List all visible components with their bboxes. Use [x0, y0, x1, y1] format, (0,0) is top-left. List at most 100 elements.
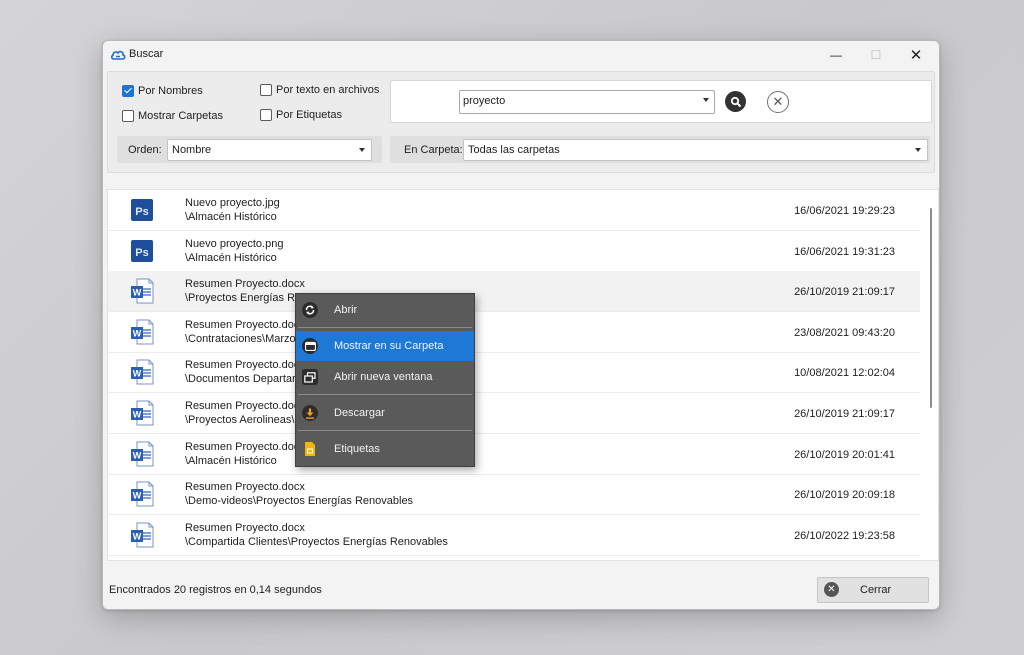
menu-item-mostrar-en-carpeta[interactable]: Mostrar en su Carpeta — [296, 331, 474, 361]
status-text: Encontrados 20 registros en 0,14 segundo… — [109, 584, 322, 596]
minimize-button[interactable]: — — [823, 45, 849, 65]
word-file-icon: W — [130, 481, 154, 507]
search-options-panel: Por Nombres Mostrar Carpetas Por texto e… — [107, 71, 935, 173]
checkbox-icon — [260, 84, 272, 96]
file-date: 26/10/2022 19:23:58 — [794, 529, 895, 542]
new-window-icon — [302, 369, 318, 385]
chevron-down-icon[interactable] — [703, 98, 709, 102]
search-icon — [730, 96, 741, 107]
por-nombres-checkbox[interactable]: Por Nombres — [122, 85, 203, 97]
svg-text:Ps: Ps — [135, 247, 148, 259]
result-row[interactable]: W Resumen Proyecto.docx \Demo-videos\Proye… — [108, 474, 920, 516]
file-date: 10/08/2021 12:02:04 — [794, 367, 895, 380]
file-path: \Documentos Departar — [185, 373, 296, 386]
download-icon — [302, 405, 318, 421]
por-etiquetas-checkbox[interactable]: Por Etiquetas — [260, 109, 342, 121]
menu-item-label: Descargar — [334, 407, 385, 419]
file-name: Resumen Proyecto.docx — [185, 359, 305, 372]
file-name: Resumen Proyecto.docx — [185, 481, 305, 494]
file-name: Resumen Proyecto.docx — [185, 521, 305, 534]
file-path: \Almacén Histórico — [185, 211, 277, 223]
file-name: Resumen Proyecto.docx — [185, 318, 305, 331]
order-value: Nombre — [172, 144, 212, 156]
file-name: Nuevo proyecto.png — [185, 237, 284, 250]
file-date: 16/06/2021 19:31:23 — [794, 245, 895, 258]
file-path: \Almacén Histórico — [185, 454, 277, 467]
file-path: \Contrataciones\Marzo — [185, 332, 296, 345]
close-icon: ✕ — [824, 582, 839, 597]
menu-item-label: Abrir — [334, 304, 358, 316]
results-list: Ps Nuevo proyecto.jpg \Almacén Histórico 16… — [107, 189, 939, 561]
order-label: Orden: — [128, 144, 162, 156]
result-row[interactable]: W Resumen Proyecto.docx \Almacén Histórico… — [108, 434, 920, 475]
svg-text:W: W — [133, 328, 142, 338]
order-select[interactable]: Nombre — [167, 139, 372, 161]
svg-text:W: W — [133, 369, 142, 379]
svg-text:Ps: Ps — [135, 206, 148, 218]
result-row[interactable]: W Resumen Proyecto.docx \Proyectos Energía… — [108, 271, 920, 313]
search-window: Buscar — ☐ ✕ Por Nombres Mostrar Carpeta… — [102, 40, 940, 610]
result-row[interactable]: W Resumen Proyecto.docx \Contrataciones\Ma… — [108, 312, 920, 353]
file-path: \Almacén Histórico — [185, 251, 277, 264]
svg-text:W: W — [133, 410, 142, 420]
word-file-icon: W — [130, 522, 154, 548]
folder-icon — [302, 338, 318, 354]
mostrar-carpetas-label: Mostrar Carpetas — [138, 110, 223, 122]
clear-search-button[interactable]: ✕ — [767, 91, 789, 113]
menu-item-abrir-nueva-ventana[interactable]: Abrir nueva ventana — [296, 362, 474, 392]
file-date: 26/10/2019 21:09:17 — [794, 286, 895, 299]
result-row[interactable]: Ps Nuevo proyecto.jpg \Almacén Histórico 16… — [108, 190, 920, 231]
refresh-icon — [302, 302, 318, 318]
mostrar-carpetas-checkbox[interactable]: Mostrar Carpetas — [122, 110, 223, 122]
result-row[interactable]: W Resumen Proyecto.docx \Proyectos Aerolin… — [108, 393, 920, 434]
file-date: 26/10/2019 20:01:41 — [794, 448, 895, 461]
checkbox-icon — [260, 109, 272, 121]
file-name: Nuevo proyecto.jpg — [185, 197, 280, 209]
clear-icon: ✕ — [772, 94, 784, 109]
result-row[interactable]: W Resumen Proyecto.docx \Compartida Client… — [108, 515, 920, 556]
svg-text:W: W — [133, 288, 142, 298]
word-file-icon: W — [130, 359, 154, 385]
menu-separator — [298, 430, 472, 431]
menu-separator — [298, 394, 472, 395]
folder-label: En Carpeta: — [404, 144, 463, 156]
word-file-icon: W — [130, 400, 154, 426]
svg-text:W: W — [133, 531, 142, 541]
search-area: proyecto ✕ — [390, 80, 932, 123]
word-file-icon: W — [130, 278, 154, 304]
word-file-icon: W — [130, 319, 154, 345]
checkbox-icon — [122, 110, 134, 122]
window-title: Buscar — [129, 48, 164, 60]
svg-text:W: W — [133, 450, 142, 460]
maximize-button[interactable]: ☐ — [863, 45, 889, 65]
menu-separator — [298, 327, 472, 328]
folder-value: Todas las carpetas — [468, 144, 560, 156]
menu-item-abrir[interactable]: Abrir — [296, 295, 474, 325]
file-path: \Compartida Clientes\Proyectos Energías … — [185, 535, 448, 548]
close-window-button[interactable]: ✕ — [903, 45, 929, 65]
file-date: 23/08/2021 09:43:20 — [794, 326, 895, 339]
scrollbar[interactable] — [930, 208, 932, 408]
photoshop-file-icon: Ps — [130, 238, 154, 264]
menu-item-descargar[interactable]: Descargar — [296, 398, 474, 428]
cerrar-label: Cerrar — [860, 584, 892, 596]
search-input[interactable]: proyecto — [459, 90, 715, 114]
menu-item-label: Abrir nueva ventana — [334, 371, 433, 383]
por-texto-label: Por texto en archivos — [276, 84, 380, 96]
context-menu: Abrir Mostrar en su Carpeta Abrir nueva … — [295, 293, 475, 467]
result-row[interactable]: Ps Nuevo proyecto.png \Almacén Histórico 16… — [108, 231, 920, 272]
checkbox-checked-icon — [122, 85, 134, 97]
file-name: Resumen Proyecto.docx — [185, 400, 305, 412]
svg-text:W: W — [133, 491, 142, 501]
file-path: \Demo-videos\Proyectos Energías Renovabl… — [185, 495, 414, 508]
cerrar-button[interactable]: ✕ Cerrar — [817, 577, 929, 603]
menu-item-etiquetas[interactable]: Etiquetas — [296, 434, 474, 464]
result-row[interactable]: W Resumen Proyecto.docx \Documentos Depart… — [108, 352, 920, 394]
por-texto-checkbox[interactable]: Por texto en archivos — [260, 84, 379, 96]
por-nombres-label: Por Nombres — [138, 85, 203, 97]
folder-select[interactable]: Todas las carpetas — [463, 139, 928, 161]
order-group: Orden: Nombre — [117, 136, 382, 163]
photoshop-file-icon: Ps — [130, 197, 154, 223]
chevron-down-icon — [359, 148, 365, 152]
search-button[interactable] — [725, 91, 746, 112]
